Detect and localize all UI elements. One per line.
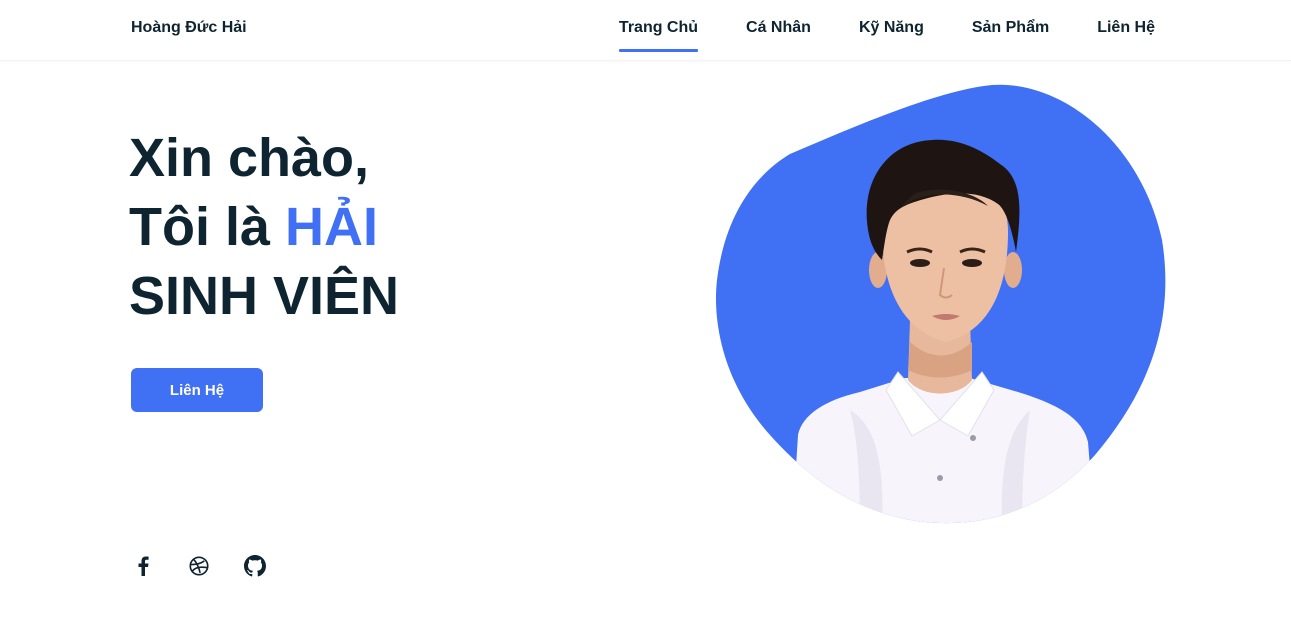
nav-item-lien-he[interactable]: Liên Hệ	[1097, 0, 1155, 60]
facebook-link[interactable]	[131, 552, 155, 580]
nav-item-trang-chu[interactable]: Trang Chủ	[618, 0, 699, 60]
nav-item-ca-nhan[interactable]: Cá Nhân	[746, 0, 811, 60]
hero-greeting: Xin chào,	[129, 128, 370, 188]
hero-intro: Tôi là HẢI	[129, 193, 399, 262]
site-logo[interactable]: Hoàng Đức Hải	[131, 18, 247, 38]
social-links	[131, 552, 267, 580]
dribbble-icon	[189, 556, 209, 576]
nav-item-ky-nang[interactable]: Kỹ Năng	[859, 0, 924, 60]
hero-intro-prefix: Tôi là	[129, 197, 286, 257]
main-nav: Trang Chủ Cá Nhân Kỹ Năng Sản Phẩm Liên …	[618, 0, 1155, 60]
hero-title: Xin chào, Tôi là HẢI SINH VIÊN	[129, 124, 399, 331]
nav-item-san-pham[interactable]: Sản Phẩm	[972, 0, 1049, 60]
hero-role: SINH VIÊN	[129, 266, 400, 326]
portrait-blob	[715, 84, 1166, 524]
contact-button[interactable]: Liên Hệ	[131, 368, 263, 412]
hero-image	[700, 80, 1180, 530]
facebook-icon	[138, 556, 149, 576]
github-icon	[244, 555, 266, 577]
github-link[interactable]	[243, 552, 267, 580]
dribbble-link[interactable]	[187, 552, 211, 580]
site-header: Hoàng Đức Hải Trang Chủ Cá Nhân Kỹ Năng …	[0, 0, 1291, 61]
hero-name: HẢI	[285, 197, 379, 257]
